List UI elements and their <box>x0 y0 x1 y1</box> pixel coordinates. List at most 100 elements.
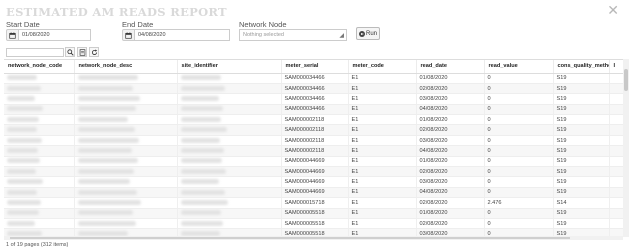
calendar-icon[interactable] <box>6 29 19 41</box>
table-row[interactable]: SAM000015718 E1 02/08/2020 2.476 S14 <box>4 197 623 209</box>
table-row[interactable]: SAM000002118 E1 04/08/2020 0 S19 <box>4 145 623 157</box>
redacted-cell <box>74 93 178 105</box>
table-cell: E1 <box>348 83 417 95</box>
table-cell: 01/08/2020 <box>416 208 485 219</box>
redacted-text <box>7 147 38 153</box>
table-row[interactable]: SAM000034466 E1 01/08/2020 0 S19 <box>4 73 623 84</box>
table-cell: S19 <box>553 166 610 178</box>
redacted-text <box>77 127 135 133</box>
table-row[interactable]: SAM000002118 E1 01/08/2020 0 S19 <box>4 114 623 126</box>
table-row[interactable]: SAM000005518 E1 02/08/2020 0 S19 <box>4 218 623 230</box>
table-cell: E1 <box>348 156 417 168</box>
column-header[interactable]: site_identifier <box>177 60 282 74</box>
grid-search-input[interactable] <box>6 48 64 57</box>
column-header[interactable]: cons_quality_method <box>553 60 610 74</box>
table-cell: 03/08/2020 <box>416 176 485 188</box>
table-cell: 02/08/2020 <box>416 218 485 230</box>
table-cell: SAM000002118 <box>281 124 349 136</box>
search-button[interactable] <box>65 47 75 57</box>
table-cell: E1 <box>348 187 417 199</box>
table-cell: SAM000034466 <box>281 93 349 105</box>
table-cell: SAM000044669 <box>281 187 349 199</box>
table-cell: 0 <box>484 166 554 178</box>
table-cell: S19 <box>553 104 610 116</box>
table-row[interactable]: SAM000044669 E1 02/08/2020 0 S19 <box>4 166 623 178</box>
table-cell: S19 <box>553 208 610 219</box>
table-cell: 0 <box>484 187 554 199</box>
redacted-cell <box>4 218 75 230</box>
network-node-select[interactable]: Nothing selected ◢ <box>239 29 347 41</box>
table-cell <box>609 135 623 147</box>
redacted-text <box>7 158 40 164</box>
table-header-row: network_node_code network_node_desc site… <box>4 60 623 74</box>
table-row[interactable]: SAM000002118 E1 03/08/2020 0 S19 <box>4 135 623 147</box>
column-header[interactable]: network_node_desc <box>74 60 178 74</box>
redacted-text <box>7 189 37 195</box>
table-row[interactable]: SAM000034466 E1 02/08/2020 0 S19 <box>4 83 623 95</box>
redacted-cell <box>177 208 282 219</box>
redacted-text <box>77 137 139 143</box>
close-icon[interactable]: ✕ <box>607 3 619 17</box>
refresh-button[interactable] <box>89 47 99 57</box>
table-row[interactable]: SAM000002118 E1 02/08/2020 0 S19 <box>4 124 623 136</box>
redacted-text <box>180 158 222 164</box>
redacted-text <box>180 210 221 216</box>
table-cell: E1 <box>348 73 417 84</box>
table-cell: 0 <box>484 114 554 126</box>
table-cell: 01/08/2020 <box>416 114 485 126</box>
scrollbar-thumb[interactable] <box>10 237 570 239</box>
table-cell: 01/08/2020 <box>416 156 485 168</box>
horizontal-scrollbar[interactable] <box>4 236 623 240</box>
table-cell: S19 <box>553 73 610 84</box>
run-button[interactable]: Run <box>356 27 380 40</box>
start-date-label: Start Date <box>6 20 40 29</box>
redacted-text <box>180 147 224 153</box>
table-cell: 02/08/2020 <box>416 83 485 95</box>
table-cell: SAM000034466 <box>281 73 349 84</box>
table-cell: 02/08/2020 <box>416 166 485 178</box>
column-header[interactable]: meter_code <box>348 60 417 74</box>
table-cell: E1 <box>348 166 417 178</box>
table-cell: SAM000002118 <box>281 145 349 157</box>
end-date-label: End Date <box>122 20 154 29</box>
redacted-text <box>180 220 223 226</box>
table-row[interactable]: SAM000005518 E1 01/08/2020 0 S19 <box>4 208 623 219</box>
table-row[interactable]: SAM000034466 E1 04/08/2020 0 S19 <box>4 104 623 116</box>
export-icon <box>79 48 85 56</box>
table-cell: SAM000044669 <box>281 166 349 178</box>
scrollbar-thumb[interactable] <box>624 69 628 91</box>
end-date-input[interactable]: 04/08/2020 <box>135 29 230 41</box>
column-header[interactable]: meter_serial <box>281 60 349 74</box>
redacted-text <box>7 127 37 133</box>
redacted-text <box>7 210 39 216</box>
redacted-text <box>180 199 228 205</box>
table-row[interactable]: SAM000034466 E1 03/08/2020 0 S19 <box>4 93 623 105</box>
vertical-scrollbar[interactable] <box>623 59 629 237</box>
start-date-input[interactable]: 01/08/2020 <box>19 29 91 41</box>
export-button[interactable] <box>77 47 87 57</box>
table-cell: SAM000044669 <box>281 156 349 168</box>
calendar-icon[interactable] <box>122 29 135 41</box>
table-cell <box>609 145 623 157</box>
report-title: ESTIMATED AM READS REPORT <box>6 5 227 19</box>
column-header[interactable]: I <box>609 60 623 74</box>
column-header[interactable]: read_date <box>416 60 485 74</box>
table-cell: 0 <box>484 145 554 157</box>
column-header[interactable]: network_node_code <box>4 60 75 74</box>
table-row[interactable]: SAM000044669 E1 03/08/2020 0 S19 <box>4 176 623 188</box>
column-header[interactable]: read_value <box>484 60 554 74</box>
redacted-text <box>180 127 227 133</box>
table-cell: 03/08/2020 <box>416 93 485 105</box>
redacted-cell <box>177 156 282 168</box>
redacted-cell <box>177 93 282 105</box>
start-date-picker[interactable]: 01/08/2020 <box>6 29 91 41</box>
end-date-picker[interactable]: 04/08/2020 <box>122 29 230 41</box>
table-row[interactable]: SAM000044669 E1 04/08/2020 0 S19 <box>4 187 623 199</box>
redacted-cell <box>74 73 178 84</box>
play-icon <box>358 30 365 37</box>
redacted-cell <box>4 197 75 209</box>
table-cell: E1 <box>348 135 417 147</box>
table-row[interactable]: SAM000044669 E1 01/08/2020 0 S19 <box>4 156 623 168</box>
network-node-value: Nothing selected <box>243 32 284 38</box>
search-icon <box>66 48 74 56</box>
